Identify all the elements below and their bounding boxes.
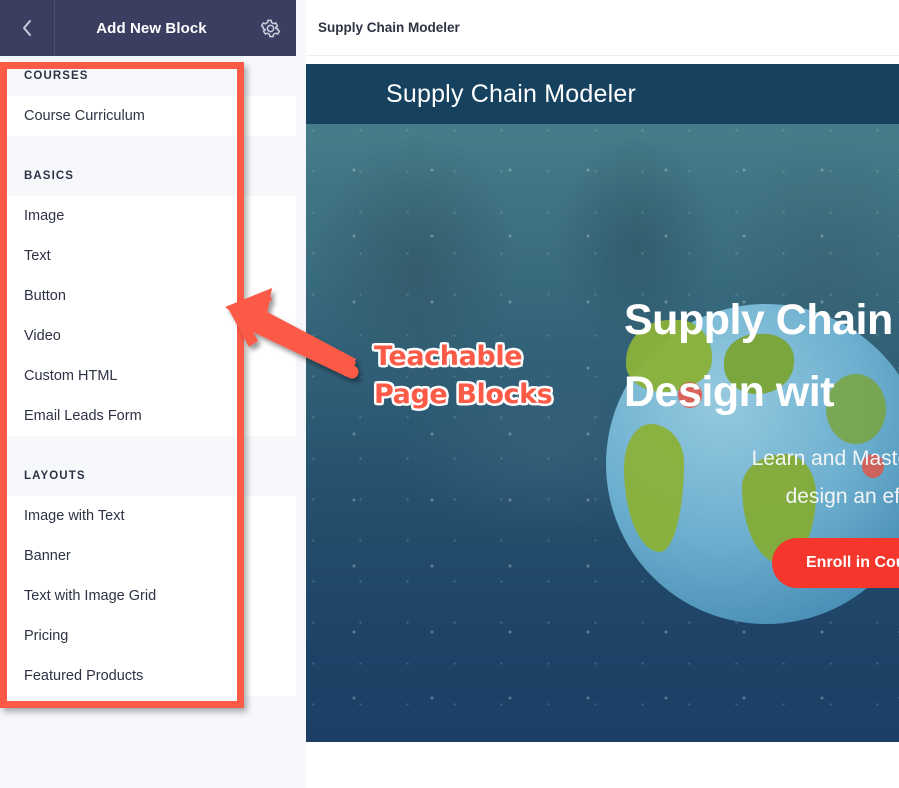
page-preview: Supply Chain Modeler Supply Chain Design… bbox=[306, 56, 899, 788]
block-item-image-with-text[interactable]: Image with Text bbox=[0, 496, 296, 536]
hero-title: Supply Chain Design wit bbox=[624, 284, 899, 428]
gear-icon bbox=[260, 19, 280, 37]
list-tail bbox=[0, 696, 296, 714]
block-item-pricing[interactable]: Pricing bbox=[0, 616, 296, 656]
section-header-basics: BASICS bbox=[0, 156, 296, 196]
main-content: Supply Chain Modeler Supply Chain Modele… bbox=[306, 0, 899, 788]
section-header-courses: COURSES bbox=[0, 56, 296, 96]
block-item-video[interactable]: Video bbox=[0, 316, 296, 356]
block-item-custom-html[interactable]: Custom HTML bbox=[0, 356, 296, 396]
enroll-in-course-button[interactable]: Enroll in Course bbox=[772, 538, 899, 588]
hero-title-line-1: Supply Chain bbox=[624, 296, 893, 344]
block-item-button[interactable]: Button bbox=[0, 276, 296, 316]
hero-subtitle: Learn and Master how to use Exc design a… bbox=[558, 440, 899, 516]
block-item-banner[interactable]: Banner bbox=[0, 536, 296, 576]
site-banner-title: Supply Chain Modeler bbox=[386, 79, 636, 108]
block-item-text-with-image-grid[interactable]: Text with Image Grid bbox=[0, 576, 296, 616]
add-block-panel: Add New Block COURSES Course Curriculum BA… bbox=[0, 0, 296, 788]
block-item-course-curriculum[interactable]: Course Curriculum bbox=[0, 96, 296, 136]
hero-title-line-2: Design wit bbox=[624, 368, 835, 416]
section-header-layouts: LAYOUTS bbox=[0, 456, 296, 496]
chevron-left-icon bbox=[23, 20, 31, 36]
back-button[interactable] bbox=[0, 0, 55, 56]
block-type-list: COURSES Course Curriculum BASICS Image Text B… bbox=[0, 56, 296, 714]
section-gap bbox=[0, 136, 296, 156]
block-item-featured-products[interactable]: Featured Products bbox=[0, 656, 296, 696]
panel-topbar: Add New Block bbox=[0, 0, 296, 56]
hero-content: Supply Chain Design wit Learn and Master… bbox=[306, 124, 899, 742]
section-gap bbox=[0, 436, 296, 456]
settings-button[interactable] bbox=[244, 0, 296, 56]
hero-block: ✓ bbox=[306, 124, 899, 742]
panel-body: COURSES Course Curriculum BASICS Image Text B… bbox=[0, 56, 296, 788]
panel-title: Add New Block bbox=[96, 19, 207, 37]
site-banner: Supply Chain Modeler bbox=[306, 64, 899, 124]
page-name-label: Supply Chain Modeler bbox=[318, 20, 460, 35]
block-item-image[interactable]: Image bbox=[0, 196, 296, 236]
block-item-text[interactable]: Text bbox=[0, 236, 296, 276]
app-root: Add New Block COURSES Course Curriculum BA… bbox=[0, 0, 899, 788]
main-topbar: Supply Chain Modeler bbox=[306, 0, 899, 56]
hero-subtitle-line-1: Learn and Master how to use Exc bbox=[751, 447, 899, 470]
block-item-email-leads-form[interactable]: Email Leads Form bbox=[0, 396, 296, 436]
hero-subtitle-line-2: design an efficient and res bbox=[785, 485, 899, 508]
